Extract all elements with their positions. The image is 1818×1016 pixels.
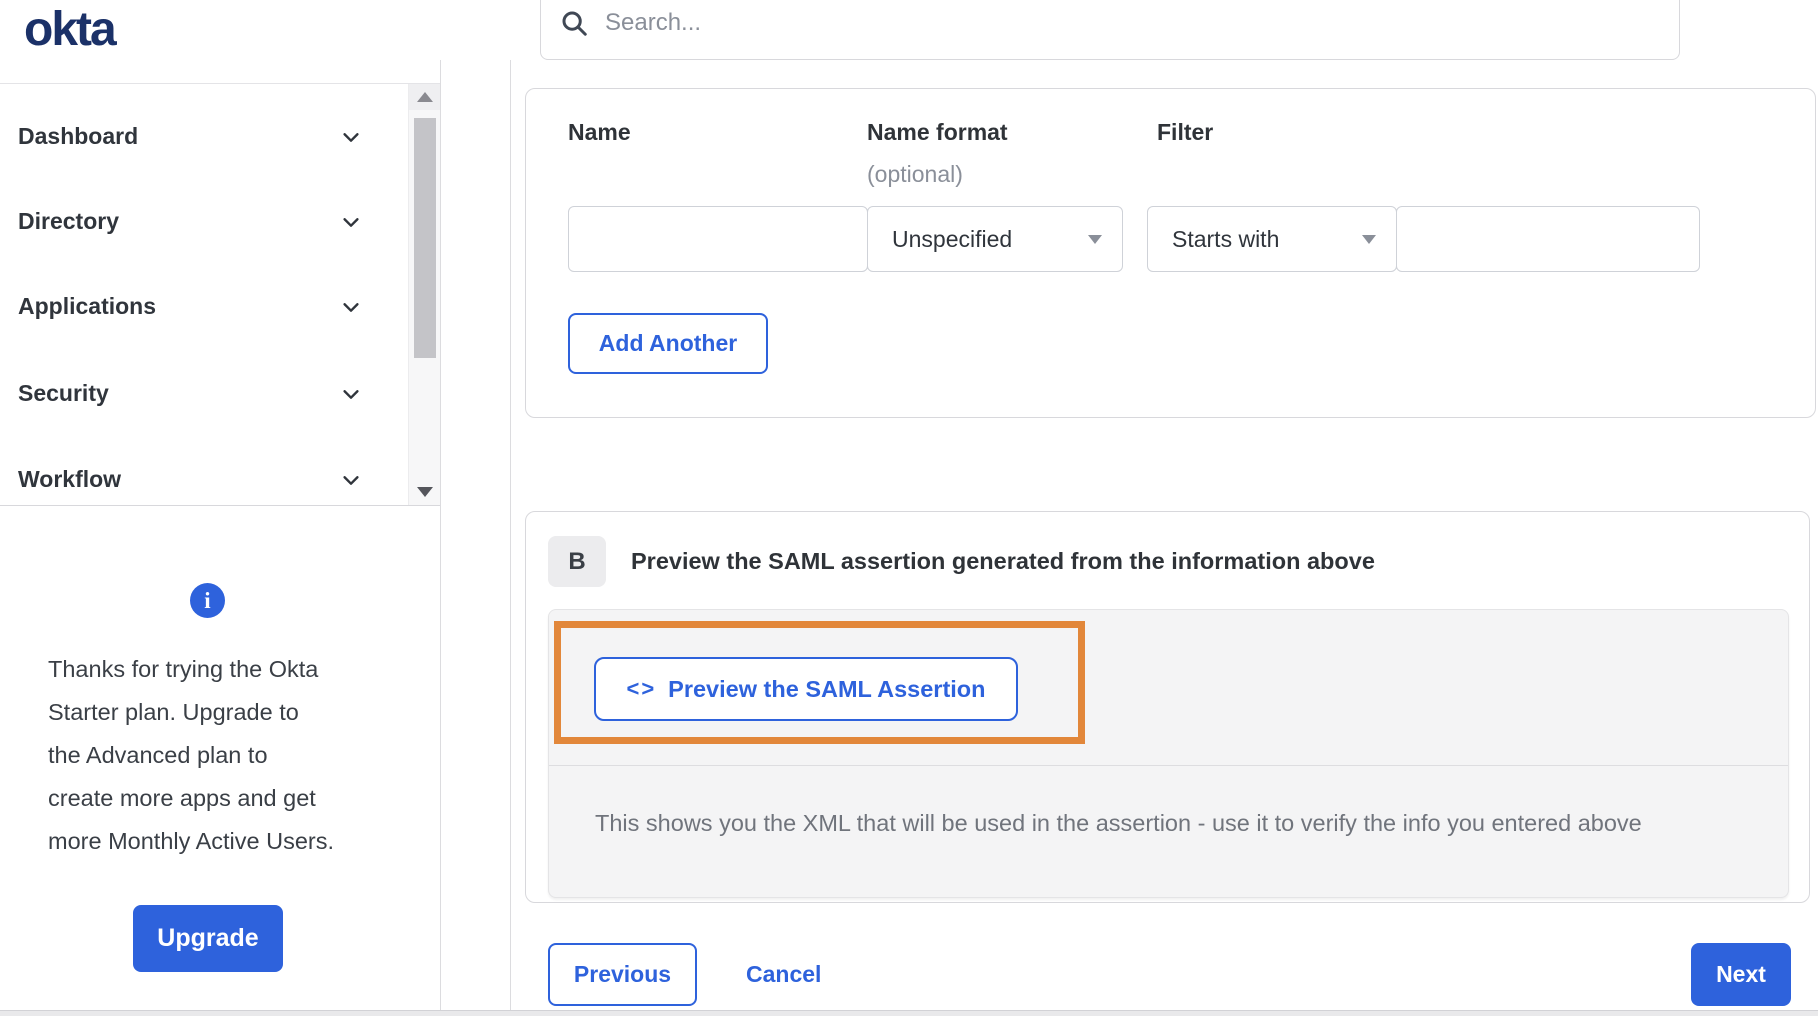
name-format-selected-value: Unspecified [892, 226, 1012, 253]
okta-logo[interactable]: okta [24, 2, 115, 57]
sidebar-item-label: Security [18, 380, 109, 407]
upgrade-notice-text: Thanks for trying the Okta Starter plan.… [48, 648, 378, 863]
filter-value-input[interactable] [1396, 206, 1700, 272]
next-button[interactable]: Next [1691, 943, 1791, 1006]
name-format-select[interactable]: Unspecified [867, 206, 1123, 272]
scrollbar-up-button[interactable] [409, 84, 441, 110]
sidebar-nav: Dashboard Directory Applications Securit… [0, 83, 440, 506]
upgrade-button[interactable]: Upgrade [133, 905, 283, 972]
info-icon: i [190, 583, 225, 618]
upgrade-notice-line: more Monthly Active Users. [48, 820, 378, 863]
dropdown-arrow-icon [1088, 235, 1102, 244]
search-icon [559, 8, 589, 38]
cancel-link[interactable]: Cancel [746, 943, 821, 1006]
sidebar-item-directory[interactable]: Directory [0, 179, 406, 264]
name-format-optional-label: (optional) [867, 161, 963, 188]
sidebar-item-security[interactable]: Security [0, 351, 406, 436]
preview-assertion-card: B Preview the SAML assertion generated f… [525, 511, 1810, 903]
filter-type-select[interactable]: Starts with [1147, 206, 1397, 272]
sidebar-scrollbar[interactable] [408, 84, 440, 505]
preview-panel: <> Preview the SAML Assertion This shows… [548, 609, 1789, 898]
scrollbar-thumb[interactable] [414, 118, 436, 358]
name-format-column-label: Name format [867, 119, 1008, 146]
filter-type-selected-value: Starts with [1172, 226, 1279, 253]
content-left-divider [510, 60, 511, 1010]
scrollbar-down-button[interactable] [409, 479, 441, 505]
sidebar-item-workflow[interactable]: Workflow [0, 437, 406, 522]
global-search [540, 0, 1680, 60]
sidebar-item-applications[interactable]: Applications [0, 264, 406, 349]
code-icon: <> [626, 676, 656, 702]
preview-section-heading: Preview the SAML assertion generated fro… [631, 548, 1375, 575]
sidebar-divider [440, 60, 441, 1010]
chevron-down-icon [340, 383, 362, 405]
bottom-edge-strip [0, 1010, 1818, 1016]
sidebar-item-label: Directory [18, 208, 119, 235]
upgrade-notice-line: the Advanced plan to [48, 734, 378, 777]
sidebar-item-label: Applications [18, 293, 156, 320]
preview-button-label: Preview the SAML Assertion [668, 676, 985, 703]
chevron-down-icon [340, 126, 362, 148]
sidebar-item-label: Workflow [18, 466, 121, 493]
chevron-down-icon [340, 469, 362, 491]
preview-description: This shows you the XML that will be used… [595, 810, 1755, 837]
attribute-statements-card: Name Name format (optional) Filter Unspe… [525, 88, 1816, 418]
scrollbar-down-icon [417, 487, 433, 497]
dropdown-arrow-icon [1362, 235, 1376, 244]
panel-divider [549, 765, 1788, 766]
upgrade-notice-line: Thanks for trying the Okta [48, 648, 378, 691]
name-column-label: Name [568, 119, 631, 146]
sidebar-item-label: Dashboard [18, 123, 138, 150]
search-input[interactable] [589, 0, 1679, 59]
step-b-badge: B [548, 536, 606, 587]
add-another-button[interactable]: Add Another [568, 313, 768, 374]
filter-column-label: Filter [1157, 119, 1213, 146]
upgrade-notice-line: create more apps and get [48, 777, 378, 820]
preview-saml-assertion-button[interactable]: <> Preview the SAML Assertion [594, 657, 1018, 721]
chevron-down-icon [340, 211, 362, 233]
chevron-down-icon [340, 296, 362, 318]
sidebar-item-dashboard[interactable]: Dashboard [0, 94, 406, 179]
attribute-name-input[interactable] [568, 206, 868, 272]
previous-button[interactable]: Previous [548, 943, 697, 1006]
upgrade-notice-line: Starter plan. Upgrade to [48, 691, 378, 734]
scrollbar-up-icon [417, 92, 433, 102]
